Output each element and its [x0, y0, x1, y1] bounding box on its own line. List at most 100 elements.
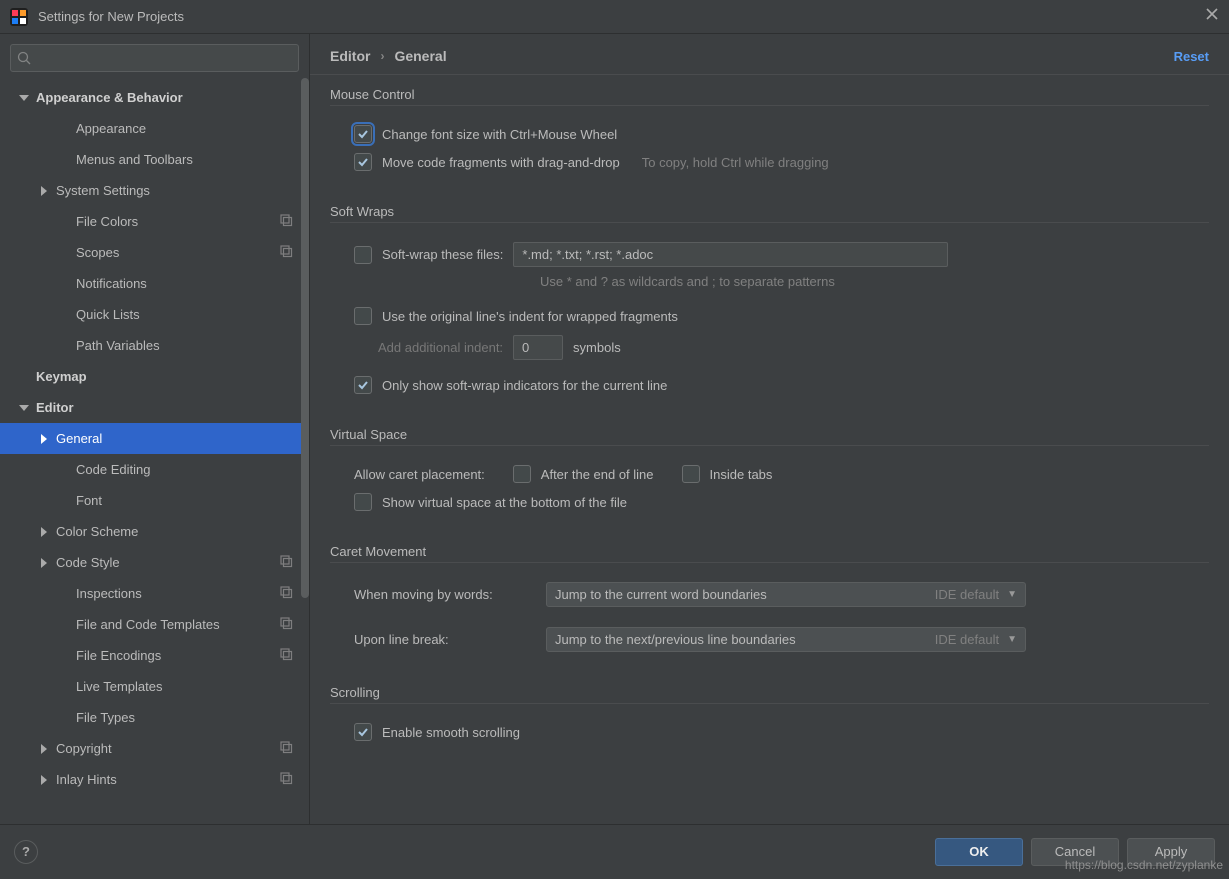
combo-line-break-extra: IDE default: [935, 632, 999, 647]
sidebar-item-label: Keymap: [36, 369, 293, 384]
label-symbols: symbols: [573, 340, 621, 355]
sidebar-item-label: File and Code Templates: [76, 617, 279, 632]
sidebar-item-file-encodings[interactable]: File Encodings: [0, 640, 309, 671]
chevron-down-icon: [18, 402, 30, 414]
sidebar-item-editor[interactable]: Editor: [0, 392, 309, 423]
chevron-right-icon: [38, 185, 50, 197]
chevron-right-icon: ›: [380, 49, 384, 63]
sidebar-item-label: File Types: [76, 710, 293, 725]
sidebar-item-label: Font: [76, 493, 293, 508]
sidebar-item-label: Appearance: [76, 121, 293, 136]
chevron-down-icon: ▼: [1007, 589, 1017, 600]
sidebar-scrollbar[interactable]: [299, 78, 309, 824]
search-input[interactable]: [10, 44, 299, 72]
sidebar-item-label: Menus and Toolbars: [76, 152, 293, 167]
chevron-right-icon: [38, 557, 50, 569]
chevron-right-icon: [38, 526, 50, 538]
combo-by-words-extra: IDE default: [935, 587, 999, 602]
sidebar-item-copyright[interactable]: Copyright: [0, 733, 309, 764]
checkbox-drag-drop[interactable]: [354, 153, 372, 171]
sidebar-item-color-scheme[interactable]: Color Scheme: [0, 516, 309, 547]
checkbox-only-show-softwrap[interactable]: [354, 376, 372, 394]
sidebar-item-general[interactable]: General: [0, 423, 309, 454]
titlebar: Settings for New Projects: [0, 0, 1229, 34]
scheme-icon: [279, 554, 293, 571]
label-allow-caret: Allow caret placement:: [354, 467, 485, 482]
dialog-footer: ? OK Cancel Apply https://blog.csdn.net/…: [0, 824, 1229, 878]
combo-by-words-value: Jump to the current word boundaries: [555, 587, 929, 602]
sidebar-item-label: Inlay Hints: [56, 772, 279, 787]
checkbox-softwrap-files[interactable]: [354, 246, 372, 264]
label-drag-drop: Move code fragments with drag-and-drop: [382, 155, 620, 170]
scheme-icon: [279, 213, 293, 230]
sidebar-item-notifications[interactable]: Notifications: [0, 268, 309, 299]
label-only-show-softwrap: Only show soft-wrap indicators for the c…: [382, 378, 667, 393]
breadcrumb-editor[interactable]: Editor: [330, 48, 370, 64]
section-virtual-space: Virtual Space Allow caret placement: Aft…: [330, 427, 1209, 516]
sidebar-item-appearance-behavior[interactable]: Appearance & Behavior: [0, 82, 309, 113]
chevron-right-icon: [38, 433, 50, 445]
input-add-indent[interactable]: [513, 335, 563, 360]
label-softwrap-files: Soft-wrap these files:: [382, 247, 503, 262]
help-button[interactable]: ?: [14, 840, 38, 864]
chevron-down-icon: [18, 92, 30, 104]
sidebar-item-path-variables[interactable]: Path Variables: [0, 330, 309, 361]
sidebar-item-label: Copyright: [56, 741, 279, 756]
sidebar-item-file-colors[interactable]: File Colors: [0, 206, 309, 237]
combo-line-break[interactable]: Jump to the next/previous line boundarie…: [546, 627, 1026, 652]
checkbox-after-eol[interactable]: [513, 465, 531, 483]
sidebar-item-inlay-hints[interactable]: Inlay Hints: [0, 764, 309, 795]
section-scrolling: Scrolling Enable smooth scrolling: [330, 685, 1209, 746]
sidebar-item-code-style[interactable]: Code Style: [0, 547, 309, 578]
sidebar-item-label: File Colors: [76, 214, 279, 229]
chevron-right-icon: [38, 774, 50, 786]
hint-drag-drop: To copy, hold Ctrl while dragging: [642, 155, 829, 170]
sidebar-item-keymap[interactable]: Keymap: [0, 361, 309, 392]
breadcrumb: Editor › General: [330, 48, 447, 64]
ok-button[interactable]: OK: [935, 838, 1023, 866]
sidebar-item-label: Path Variables: [76, 338, 293, 353]
settings-tree[interactable]: Appearance & Behavior Appearance Menus and…: [0, 78, 309, 824]
sidebar-item-file-and-code-templates[interactable]: File and Code Templates: [0, 609, 309, 640]
section-mouse-control: Mouse Control Change font size with Ctrl…: [330, 87, 1209, 176]
section-title: Virtual Space: [330, 427, 1209, 446]
sidebar: Appearance & Behavior Appearance Menus and…: [0, 34, 310, 824]
combo-by-words[interactable]: Jump to the current word boundaries IDE …: [546, 582, 1026, 607]
label-line-break: Upon line break:: [354, 632, 536, 647]
sidebar-item-label: Quick Lists: [76, 307, 293, 322]
sidebar-item-live-templates[interactable]: Live Templates: [0, 671, 309, 702]
input-softwrap-patterns[interactable]: [513, 242, 948, 267]
label-by-words: When moving by words:: [354, 587, 536, 602]
scheme-icon: [279, 771, 293, 788]
combo-line-break-value: Jump to the next/previous line boundarie…: [555, 632, 929, 647]
sidebar-item-label: Code Style: [56, 555, 279, 570]
checkbox-smooth-scrolling[interactable]: [354, 723, 372, 741]
scheme-icon: [279, 616, 293, 633]
sidebar-item-label: File Encodings: [76, 648, 279, 663]
checkbox-use-original-indent[interactable]: [354, 307, 372, 325]
sidebar-item-code-editing[interactable]: Code Editing: [0, 454, 309, 485]
section-caret-movement: Caret Movement When moving by words: Jum…: [330, 544, 1209, 657]
checkbox-inside-tabs[interactable]: [682, 465, 700, 483]
sidebar-item-file-types[interactable]: File Types: [0, 702, 309, 733]
section-title: Soft Wraps: [330, 204, 1209, 223]
chevron-right-icon: [38, 743, 50, 755]
checkbox-change-font-size[interactable]: [354, 125, 372, 143]
sidebar-item-system-settings[interactable]: System Settings: [0, 175, 309, 206]
sidebar-item-menus-and-toolbars[interactable]: Menus and Toolbars: [0, 144, 309, 175]
close-icon[interactable]: [1205, 7, 1219, 26]
checkbox-show-virtual-bottom[interactable]: [354, 493, 372, 511]
content-header: Editor › General Reset: [310, 34, 1229, 75]
sidebar-item-appearance[interactable]: Appearance: [0, 113, 309, 144]
sidebar-item-label: System Settings: [56, 183, 293, 198]
sidebar-item-label: Scopes: [76, 245, 279, 260]
sidebar-item-font[interactable]: Font: [0, 485, 309, 516]
section-soft-wraps: Soft Wraps Soft-wrap these files: Use * …: [330, 204, 1209, 399]
label-smooth-scrolling: Enable smooth scrolling: [382, 725, 520, 740]
sidebar-item-scopes[interactable]: Scopes: [0, 237, 309, 268]
sidebar-item-inspections[interactable]: Inspections: [0, 578, 309, 609]
reset-button[interactable]: Reset: [1174, 49, 1209, 64]
sidebar-item-quick-lists[interactable]: Quick Lists: [0, 299, 309, 330]
sidebar-item-label: Editor: [36, 400, 293, 415]
hint-wildcards: Use * and ? as wildcards and ; to separa…: [540, 274, 835, 289]
